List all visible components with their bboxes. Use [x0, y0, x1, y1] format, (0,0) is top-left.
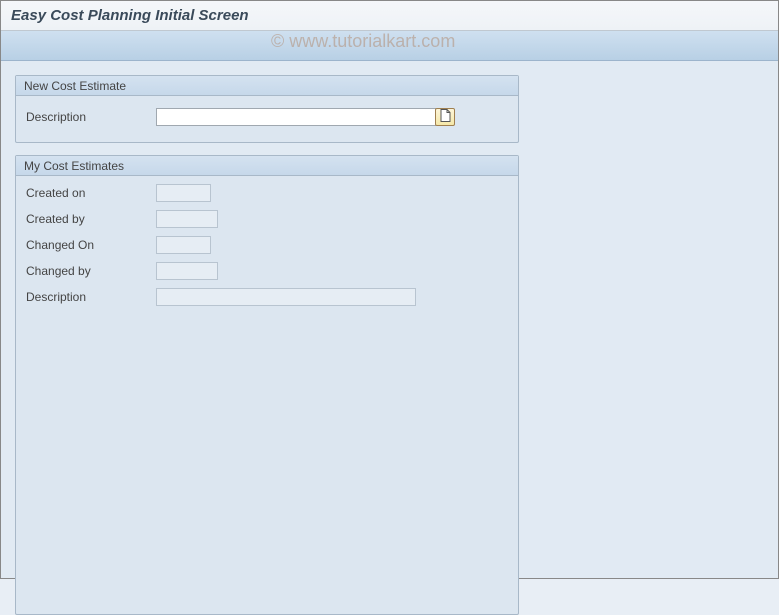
create-button[interactable]: [435, 108, 455, 126]
my-description-input[interactable]: [156, 288, 416, 306]
my-cost-estimates-header: My Cost Estimates: [16, 156, 518, 176]
new-cost-estimate-panel: New Cost Estimate Description: [15, 75, 519, 143]
created-on-row: Created on: [26, 182, 508, 204]
changed-on-label: Changed On: [26, 238, 156, 252]
created-on-label: Created on: [26, 186, 156, 200]
toolbar: [1, 31, 778, 61]
created-by-row: Created by: [26, 208, 508, 230]
changed-by-row: Changed by: [26, 260, 508, 282]
description-input[interactable]: [156, 108, 436, 126]
my-description-row: Description: [26, 286, 508, 308]
description-label: Description: [26, 110, 156, 124]
changed-by-input[interactable]: [156, 262, 218, 280]
created-by-input[interactable]: [156, 210, 218, 228]
created-by-label: Created by: [26, 212, 156, 226]
my-description-label: Description: [26, 290, 156, 304]
new-cost-estimate-header: New Cost Estimate: [16, 76, 518, 96]
created-on-input[interactable]: [156, 184, 211, 202]
page-title: Easy Cost Planning Initial Screen: [11, 7, 768, 24]
title-bar: Easy Cost Planning Initial Screen: [1, 1, 778, 31]
changed-by-label: Changed by: [26, 264, 156, 278]
document-icon: [440, 109, 451, 125]
description-row: Description: [26, 106, 508, 128]
changed-on-input[interactable]: [156, 236, 211, 254]
changed-on-row: Changed On: [26, 234, 508, 256]
my-cost-estimates-panel: My Cost Estimates Created on Created by …: [15, 155, 519, 615]
main-area: New Cost Estimate Description: [1, 61, 778, 578]
